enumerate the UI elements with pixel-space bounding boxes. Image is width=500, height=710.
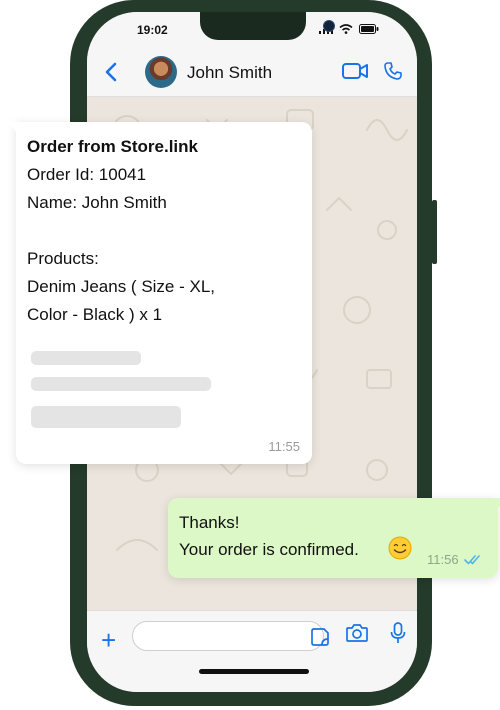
- video-call-icon[interactable]: [342, 63, 368, 79]
- sticker-icon[interactable]: [311, 628, 329, 646]
- outgoing-line-1: Thanks!: [179, 513, 240, 532]
- order-title: Order from Store.link: [27, 137, 198, 156]
- placeholder-line: [31, 406, 181, 428]
- outgoing-timestamp: 11:56: [427, 552, 459, 567]
- contact-avatar[interactable]: [145, 56, 177, 88]
- phone-notch: [200, 12, 335, 40]
- order-name-line: Name: John Smith: [27, 193, 167, 212]
- product-line-1: Denim Jeans ( Size - XL,: [27, 277, 216, 296]
- compose-bar: +: [87, 610, 417, 692]
- product-line-2: Color - Black ) x 1: [27, 305, 163, 324]
- phone-call-icon[interactable]: [384, 62, 402, 80]
- double-check-icon: [464, 555, 480, 565]
- products-label: Products:: [27, 249, 99, 268]
- plus-icon[interactable]: +: [101, 627, 116, 653]
- camera-icon[interactable]: [346, 624, 368, 642]
- mic-icon[interactable]: [390, 622, 406, 644]
- order-id-line: Order Id: 10041: [27, 165, 147, 184]
- bubble-tail: [8, 122, 16, 132]
- back-chevron-icon[interactable]: [105, 62, 117, 82]
- status-time: 19:02: [137, 23, 168, 37]
- incoming-timestamp: 11:55: [268, 439, 300, 454]
- incoming-message-bubble[interactable]: Order from Store.link Order Id: 10041 Na…: [8, 122, 312, 464]
- placeholder-line: [31, 377, 211, 391]
- outgoing-line-2: Your order is confirmed.: [179, 540, 359, 559]
- home-indicator[interactable]: [199, 669, 309, 674]
- wifi-icon: [339, 24, 353, 34]
- battery-icon: [359, 24, 379, 34]
- placeholder-line: [31, 351, 141, 365]
- phone-side-button: [432, 200, 437, 264]
- chat-header: John Smith: [87, 48, 417, 97]
- contact-name[interactable]: John Smith: [187, 63, 272, 83]
- front-camera: [323, 20, 335, 32]
- message-input[interactable]: [132, 621, 329, 651]
- outgoing-message-bubble[interactable]: Thanks! Your order is confirmed. 11:56: [168, 498, 500, 578]
- smile-emoji-icon: [388, 536, 412, 560]
